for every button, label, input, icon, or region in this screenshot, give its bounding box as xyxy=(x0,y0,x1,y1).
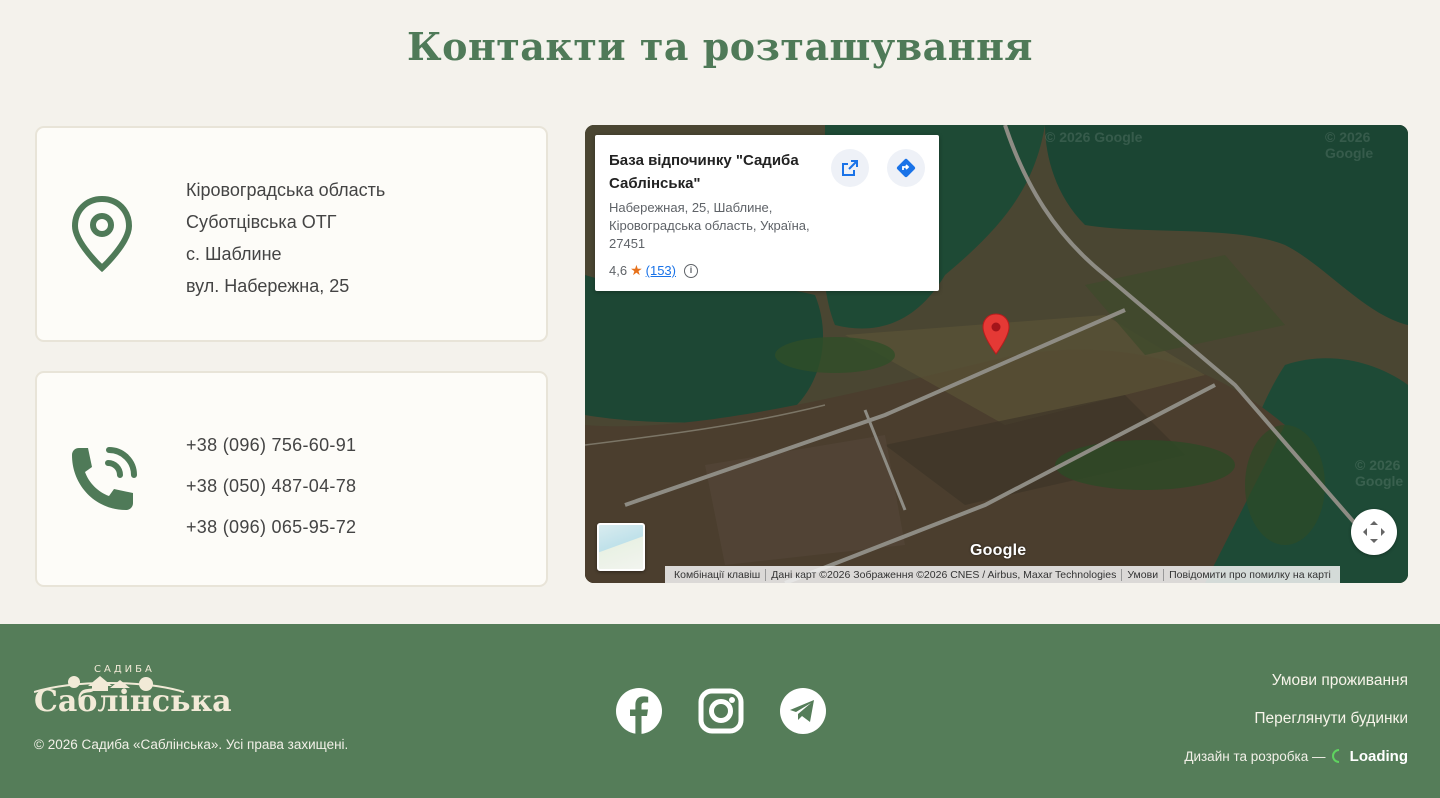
map-data-text: Дані карт ©2026 Зображення ©2026 CNES / … xyxy=(766,568,1123,581)
credit-brand: Loading xyxy=(1349,748,1408,765)
phone-link[interactable]: +38 (050) 487-04-78 xyxy=(186,466,356,507)
telegram-icon[interactable] xyxy=(780,688,826,734)
star-icon: ★ xyxy=(630,262,643,278)
open-in-maps-button[interactable] xyxy=(831,149,869,187)
report-error-link[interactable]: Повідомити про помилку на карті xyxy=(1164,569,1336,581)
map-layer-toggle[interactable] xyxy=(597,523,645,571)
loading-logo[interactable]: Loading xyxy=(1331,738,1408,776)
external-link-icon xyxy=(842,160,858,176)
place-info-card: База відпочинку "Садиба Саблінська" Набе… xyxy=(595,135,939,291)
reviews-link[interactable]: (153) xyxy=(646,263,676,278)
address-line: Суботцівська ОТГ xyxy=(186,212,337,232)
address-line: с. Шаблине xyxy=(186,244,282,264)
address-line: вул. Набережна, 25 xyxy=(186,276,350,296)
map-watermark: © 2026 Google xyxy=(1355,457,1404,489)
address-card: Кіровоградська область Суботцівська ОТГ … xyxy=(35,126,548,342)
map-marker-icon[interactable] xyxy=(982,313,1010,360)
loading-spinner-icon xyxy=(1331,749,1339,763)
phone-link[interactable]: +38 (096) 756-60-91 xyxy=(186,425,356,466)
credit-line: Дизайн та розробка — Loading xyxy=(1184,738,1408,776)
place-address: Набережная, 25, Шаблине, Кіровоградська … xyxy=(609,200,810,251)
directions-icon xyxy=(896,158,916,178)
credit-text: Дизайн та розробка — xyxy=(1184,749,1326,764)
terms-of-stay-link[interactable]: Умови проживання xyxy=(1184,662,1408,700)
address-line: Кіровоградська область xyxy=(186,180,386,200)
social-links xyxy=(616,688,826,734)
location-pin-icon xyxy=(71,195,133,277)
fullscreen-icon xyxy=(1363,521,1385,543)
info-icon[interactable]: i xyxy=(684,263,698,278)
directions-button[interactable] xyxy=(887,149,925,187)
address-lines: Кіровоградська область Суботцівська ОТГ … xyxy=(186,174,385,302)
google-logo: Google xyxy=(970,542,1027,559)
map-watermark: © 2026 Google xyxy=(1325,129,1374,161)
section-title: Контакти та розташування xyxy=(407,24,1033,69)
map-watermark: © 2026 Google xyxy=(1045,129,1143,145)
copyright-text: © 2026 Садиба «Саблінська». Усі права за… xyxy=(34,737,349,752)
phone-ringing-icon xyxy=(64,441,144,526)
terms-link[interactable]: Умови xyxy=(1122,568,1165,581)
keyboard-shortcuts-link[interactable]: Комбінації клавіш xyxy=(669,568,767,581)
rating-value: 4,6 xyxy=(609,263,628,278)
view-houses-link[interactable]: Переглянути будинки xyxy=(1184,700,1408,738)
footer: САДИБА Саблінська © 2026 Садиба «Саблінс… xyxy=(0,624,1440,798)
fullscreen-button[interactable] xyxy=(1351,509,1397,555)
phone-list: +38 (096) 756-60-91 +38 (050) 487-04-78 … xyxy=(186,425,356,548)
instagram-icon[interactable] xyxy=(698,688,744,734)
phone-link[interactable]: +38 (096) 065-95-72 xyxy=(186,507,356,548)
place-rating: 4,6 ★ (153) i xyxy=(609,262,925,279)
phone-card: +38 (096) 756-60-91 +38 (050) 487-04-78 … xyxy=(35,371,548,587)
facebook-icon[interactable] xyxy=(616,688,662,734)
footer-links: Умови проживання Переглянути будинки Диз… xyxy=(1184,662,1408,776)
logo-wordmark: Саблінська xyxy=(34,684,232,719)
map-embed[interactable]: © 2026 Google © 2026 Google © 2026 Googl… xyxy=(585,125,1408,583)
logo-caption: САДИБА xyxy=(94,664,155,675)
map-attribution: Комбінації клавіш Дані карт ©2026 Зображ… xyxy=(665,566,1340,583)
place-title[interactable]: База відпочинку "Садиба Саблінська" xyxy=(609,149,824,195)
